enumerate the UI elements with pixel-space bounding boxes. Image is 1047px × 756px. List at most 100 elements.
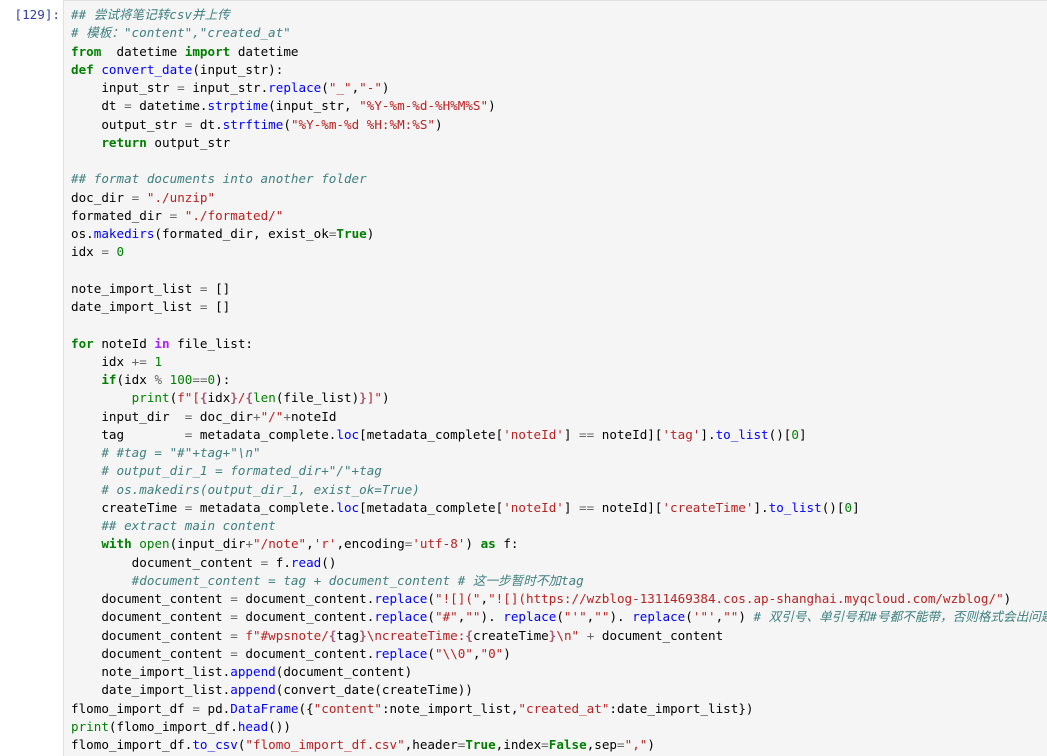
- code-token: noteId][: [594, 426, 663, 442]
- code-token: ## 尝试将笔记转csv并上传: [71, 7, 230, 22]
- code-token: output_str: [146, 134, 231, 150]
- code-token: idx: [207, 390, 231, 406]
- code-token: "./formated/": [184, 207, 284, 223]
- code-line: dt = datetime.strptime(input_str, "%Y-%m…: [71, 97, 1047, 115]
- code-token: note_import_list.: [71, 664, 231, 679]
- code-line: # 模板："content","created_at": [71, 24, 1047, 42]
- code-token: ()): [268, 718, 291, 734]
- code-token: ): [435, 116, 443, 132]
- code-line: input_dir = doc_dir+"/"+noteId: [71, 408, 1047, 426]
- code-token: 0: [791, 426, 799, 442]
- code-token: ): [381, 80, 390, 95]
- code-token: # output_dir_1 = formated_dir+"/"+tag: [101, 463, 382, 479]
- code-token: input_dir: [71, 408, 185, 424]
- code-token: '"': [692, 609, 716, 625]
- code-line: from datetime import datetime: [71, 43, 1047, 61]
- code-line: idx += 1: [71, 353, 1047, 371]
- code-token: replace: [374, 645, 428, 661]
- code-token: f"#wpsnote/: [245, 627, 329, 643]
- code-token: [metadata_complete[: [359, 426, 504, 442]
- code-token: doc_dir: [71, 189, 132, 205]
- code-token: formated_dir: [71, 207, 170, 223]
- code-token: output_str: [71, 116, 185, 132]
- code-token: with: [101, 536, 132, 552]
- code-token: # #tag = "#"+tag+"\n": [101, 445, 261, 460]
- code-token: document_content: [71, 591, 231, 606]
- code-token: ): [465, 536, 481, 552]
- code-token: f.: [268, 554, 291, 570]
- code-editor[interactable]: ## 尝试将笔记转csv并上传 # 模板："content","created_a…: [64, 1, 1047, 754]
- code-line: output_str = dt.strftime("%Y-%m-%d %H:%M…: [71, 116, 1047, 134]
- code-token: open: [139, 536, 170, 552]
- code-token: ,encoding: [336, 536, 405, 552]
- code-cell-input[interactable]: ## 尝试将笔记转csv并上传 # 模板："content","created_a…: [63, 0, 1047, 756]
- code-token: print: [131, 390, 170, 406]
- code-token: ,: [306, 536, 314, 552]
- code-token: as: [480, 536, 496, 552]
- code-token: datetime: [101, 43, 185, 59]
- code-token: []: [207, 299, 231, 314]
- code-line: note_import_list = []: [71, 280, 1047, 298]
- code-token: =: [177, 80, 185, 95]
- code-token: (document_content): [275, 664, 413, 679]
- code-token: {: [199, 390, 208, 406]
- code-line: print(f"[{idx}/{len(file_list)}]"): [71, 389, 1047, 407]
- code-token: ,index: [495, 737, 542, 752]
- code-token: replace: [503, 609, 557, 625]
- code-token: =: [199, 299, 208, 314]
- code-token: "![](": [434, 591, 481, 606]
- code-token: datetime.: [131, 98, 208, 114]
- code-token: ## extract main content: [101, 518, 276, 533]
- code-token: ,: [480, 591, 489, 606]
- code-token: (: [427, 591, 435, 606]
- code-token: append: [230, 682, 276, 698]
- code-token: idx: [71, 353, 132, 369]
- code-token: ()[: [768, 426, 792, 442]
- code-line: flomo_import_df = pd.DataFrame({"content…: [71, 700, 1047, 718]
- code-token: ].: [753, 499, 769, 515]
- code-token: replace: [632, 609, 686, 625]
- code-token: "/note": [253, 536, 307, 552]
- code-token: replace: [374, 591, 428, 606]
- code-token: for: [71, 335, 94, 351]
- code-token: "": [465, 609, 481, 625]
- code-token: document_content.: [237, 609, 375, 625]
- code-token: doc_dir: [192, 408, 253, 424]
- code-token: ]: [852, 499, 860, 515]
- code-token: "created_at": [518, 700, 610, 716]
- code-token: +=: [131, 353, 147, 369]
- code-token: metadata_complete.: [192, 426, 337, 442]
- code-line: document_content = f.read(): [71, 554, 1047, 572]
- code-token: date_import_list.: [71, 682, 231, 698]
- code-token: strftime: [222, 116, 284, 132]
- code-token: document_content: [71, 609, 231, 625]
- code-token: to_csv: [192, 737, 238, 752]
- code-token: loc: [336, 499, 360, 515]
- code-line: document_content = document_content.repl…: [71, 590, 1047, 608]
- code-token: ): [647, 737, 655, 752]
- code-token: #document_content = tag + document_conte…: [131, 572, 584, 588]
- code-token: (: [283, 116, 291, 132]
- code-token: (: [427, 645, 435, 661]
- code-token: ).: [609, 609, 633, 625]
- code-line: date_import_list = []: [71, 298, 1047, 316]
- code-token: return: [101, 134, 147, 150]
- code-token: (formated_dir, exist_ok: [154, 226, 329, 241]
- code-token: noteId: [290, 408, 337, 424]
- code-token: "_": [328, 80, 352, 95]
- code-token: (: [321, 80, 329, 95]
- code-token: flomo_import_df: [71, 700, 193, 716]
- code-token: in: [154, 335, 170, 351]
- code-token: True: [465, 737, 496, 752]
- code-token: ].: [700, 426, 716, 442]
- code-token: =: [230, 627, 238, 643]
- code-token: len: [253, 390, 276, 406]
- code-token: document_content: [594, 627, 724, 643]
